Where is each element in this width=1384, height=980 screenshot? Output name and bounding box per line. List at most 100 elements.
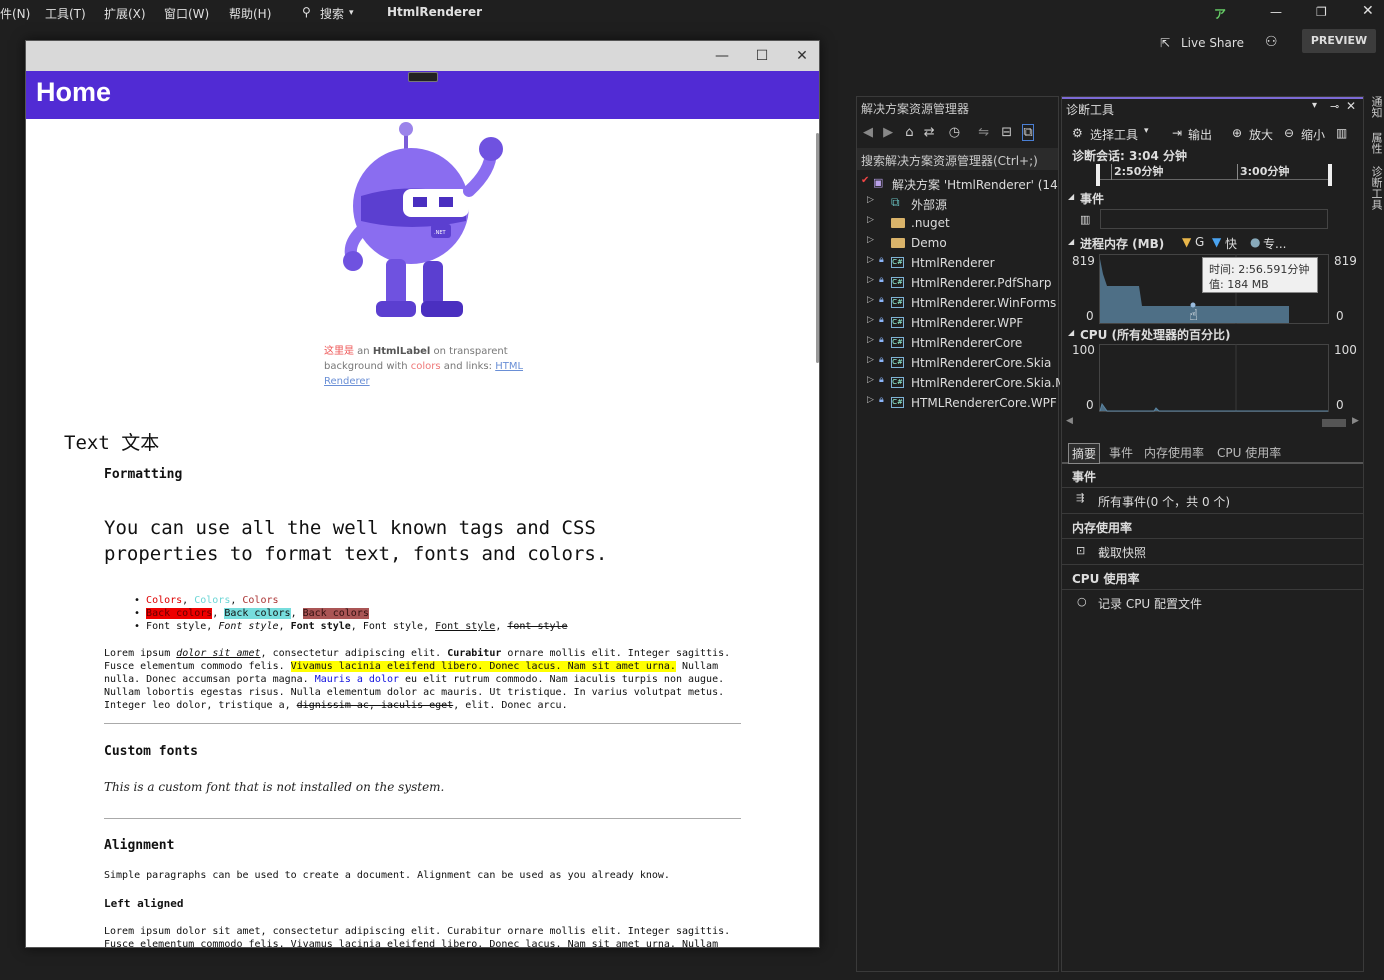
- cpu-series: [1099, 402, 1328, 412]
- menu-extensions[interactable]: 扩展(X): [104, 5, 146, 22]
- heading-left-aligned: Left aligned: [104, 897, 184, 910]
- record-cpu-button[interactable]: 记录 CPU 配置文件: [1098, 595, 1202, 612]
- vtab-properties[interactable]: 属性: [1368, 132, 1384, 154]
- select-tools-button[interactable]: 选择工具: [1090, 126, 1138, 143]
- expand-arrow-icon[interactable]: ▷: [867, 215, 874, 225]
- tree-item[interactable]: ▷ 🔒︎ C# HtmlRenderer.PdfSharp: [857, 273, 1060, 293]
- vtab-diagnostics[interactable]: 诊断工具: [1368, 166, 1384, 210]
- app-scrollbar[interactable]: [816, 133, 819, 363]
- tree-item[interactable]: ▷ .nuget: [857, 213, 1060, 233]
- font-underline: Font style: [435, 621, 496, 632]
- tree-item[interactable]: ▷ 🔒︎ C# HtmlRenderer: [857, 253, 1060, 273]
- tree-item-solution-root[interactable]: ✔ ▣ 解决方案 'HtmlRenderer' (14: [857, 173, 1060, 193]
- tree-item[interactable]: ▷ 🔒︎ C# HtmlRendererCore: [857, 333, 1060, 353]
- gear-icon[interactable]: ⚙: [1072, 126, 1083, 140]
- menu-tools[interactable]: 工具(T): [45, 5, 86, 22]
- menu-help[interactable]: 帮助(H): [229, 5, 271, 22]
- switch-view-icon[interactable]: ⇄: [924, 125, 935, 140]
- output-icon[interactable]: ⇥: [1172, 126, 1182, 140]
- solution-explorer-title[interactable]: 解决方案资源管理器: [861, 100, 969, 117]
- expand-arrow-icon[interactable]: ▷: [867, 255, 874, 265]
- timeline-scroll-thumb[interactable]: [1322, 419, 1346, 427]
- menu-window[interactable]: 窗口(W): [164, 5, 209, 22]
- collapse-icon[interactable]: ⊟: [1001, 125, 1012, 140]
- expand-arrow-icon[interactable]: ▷: [867, 235, 874, 245]
- app-maximize-icon[interactable]: ☐: [752, 47, 772, 65]
- scroll-left-icon[interactable]: ◀: [1066, 416, 1073, 426]
- collapse-icon[interactable]: ◢: [1068, 328, 1074, 337]
- expand-arrow-icon[interactable]: ▷: [867, 195, 874, 205]
- pin-icon[interactable]: ⊸: [1330, 100, 1339, 113]
- back-icon[interactable]: ◀: [863, 125, 873, 140]
- tree-item[interactable]: ▷ 🔒︎ C# HtmlRenderer.WinForms: [857, 293, 1060, 313]
- caption-link-2[interactable]: Renderer: [324, 376, 370, 387]
- tab-cpu-usage[interactable]: CPU 使用率: [1217, 444, 1281, 461]
- bullet-colors: • Colors, Colors, Colors: [134, 595, 279, 606]
- tree-item[interactable]: ▷ 🔒︎ C# HtmlRendererCore.Skia: [857, 353, 1060, 373]
- tree-item[interactable]: ▷ ⧉ 外部源: [857, 193, 1060, 213]
- tab-summary[interactable]: 摘要: [1068, 443, 1101, 464]
- vtab-notifications[interactable]: 通知: [1368, 96, 1384, 118]
- close-icon[interactable]: ✕: [1362, 3, 1374, 19]
- expand-arrow-icon[interactable]: ▷: [867, 335, 874, 345]
- expand-arrow-icon[interactable]: ▷: [867, 275, 874, 285]
- dropdown-icon[interactable]: ▾: [1312, 100, 1317, 111]
- app-minimize-icon[interactable]: —: [712, 47, 732, 65]
- chart-icon[interactable]: ▥: [1336, 126, 1347, 140]
- drag-handle[interactable]: [408, 72, 438, 82]
- sync-icon[interactable]: ⇋: [978, 125, 989, 140]
- collapse-icon[interactable]: ◢: [1068, 237, 1074, 246]
- caption-link[interactable]: HTML: [495, 361, 523, 372]
- lorem-text: Nullam: [675, 661, 719, 672]
- events-track[interactable]: [1100, 209, 1328, 229]
- tab-events[interactable]: 事件: [1109, 444, 1133, 461]
- live-share-button[interactable]: Live Share: [1181, 36, 1244, 50]
- external-sources-icon: ⧉: [891, 195, 900, 209]
- expand-arrow-icon[interactable]: ▷: [867, 295, 874, 305]
- preview-badge[interactable]: PREVIEW: [1302, 29, 1376, 53]
- app-close-icon[interactable]: ✕: [792, 47, 812, 65]
- feedback-icon[interactable]: ⚇: [1265, 34, 1278, 50]
- minimize-icon[interactable]: —: [1270, 5, 1282, 19]
- expand-arrow-icon[interactable]: ▷: [867, 355, 874, 365]
- collapse-icon[interactable]: ◢: [1068, 192, 1074, 201]
- scroll-right-icon[interactable]: ▶: [1352, 416, 1359, 426]
- output-button[interactable]: 输出: [1188, 126, 1212, 143]
- zoom-in-icon[interactable]: ⊕: [1232, 126, 1242, 140]
- private-legend-icon: ●: [1250, 235, 1261, 249]
- history-icon[interactable]: ◷: [949, 125, 960, 140]
- show-all-icon[interactable]: ⧉: [1022, 124, 1034, 141]
- search-icon[interactable]: ⚲: [302, 5, 311, 19]
- tree-item[interactable]: ▷ 🔒︎ C# HtmlRenderer.WPF: [857, 313, 1060, 333]
- cpu-chart[interactable]: [1099, 344, 1329, 412]
- zoom-out-button[interactable]: 缩小: [1301, 126, 1325, 143]
- csharp-project-icon: C#: [891, 297, 904, 308]
- solution-search-box[interactable]: 搜索解决方案资源管理器(Ctrl+;): [857, 148, 1058, 170]
- color-brown-text: Colors: [242, 595, 279, 606]
- tab-memory-usage[interactable]: 内存使用率: [1144, 444, 1204, 461]
- account-avatar[interactable]: ア: [1214, 5, 1226, 22]
- live-share-icon[interactable]: ⇱: [1160, 36, 1170, 50]
- pause-icon[interactable]: ▥: [1080, 213, 1090, 226]
- forward-icon[interactable]: ▶: [883, 125, 893, 140]
- app-titlebar[interactable]: — ☐ ✕: [26, 41, 819, 71]
- home-icon[interactable]: ⌂: [905, 125, 913, 140]
- menu-file[interactable]: 件(N): [0, 5, 30, 22]
- restore-icon[interactable]: ❐: [1316, 5, 1327, 19]
- zoom-out-icon[interactable]: ⊖: [1284, 126, 1294, 140]
- take-snapshot-button[interactable]: 截取快照: [1098, 544, 1146, 561]
- close-panel-icon[interactable]: ✕: [1346, 99, 1356, 113]
- search-button[interactable]: 搜索: [320, 5, 344, 22]
- font-bold: Font style: [290, 621, 351, 632]
- diagnostics-title[interactable]: 诊断工具: [1066, 101, 1114, 118]
- expand-arrow-icon[interactable]: ▷: [867, 375, 874, 385]
- timeline-end-handle[interactable]: [1328, 164, 1332, 186]
- tree-item[interactable]: ▷ 🔒︎ C# HTMLRendererCore.WPF: [857, 393, 1060, 413]
- all-events-link[interactable]: 所有事件(0 个，共 0 个): [1098, 493, 1230, 510]
- expand-arrow-icon[interactable]: ▷: [867, 395, 874, 405]
- zoom-in-button[interactable]: 放大: [1249, 126, 1273, 143]
- expand-arrow-icon[interactable]: ▷: [867, 315, 874, 325]
- csharp-project-icon: C#: [891, 317, 904, 328]
- tree-item[interactable]: ▷ 🔒︎ C# HtmlRendererCore.Skia.M: [857, 373, 1060, 393]
- tree-item[interactable]: ▷ Demo: [857, 233, 1060, 253]
